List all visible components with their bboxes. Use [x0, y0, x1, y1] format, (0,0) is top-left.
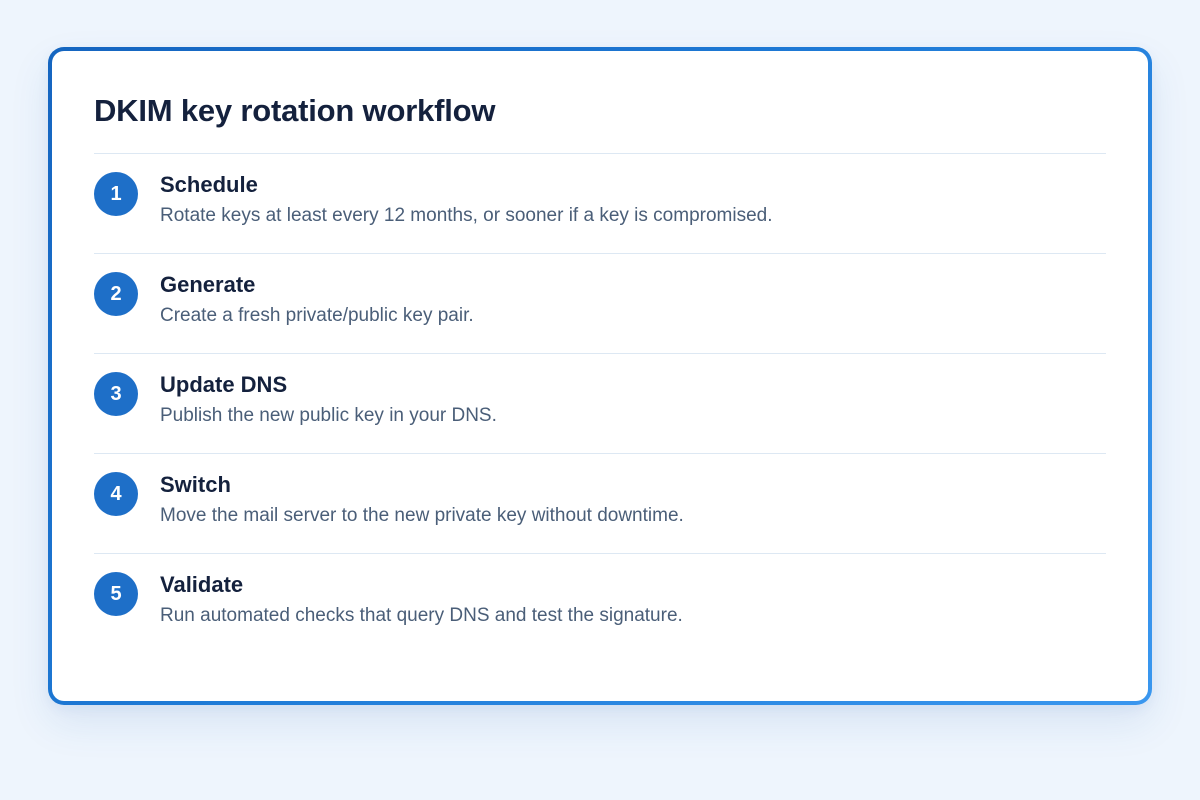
workflow-card: DKIM key rotation workflow 1 Schedule Ro…	[48, 47, 1152, 705]
step-text: Validate Run automated checks that query…	[160, 570, 683, 630]
step-text: Generate Create a fresh private/public k…	[160, 270, 474, 330]
step-number-badge: 1	[94, 172, 138, 216]
step-number-badge: 4	[94, 472, 138, 516]
step-description: Rotate keys at least every 12 months, or…	[160, 205, 773, 226]
step-title: Schedule	[160, 172, 258, 197]
workflow-card-body: DKIM key rotation workflow 1 Schedule Ro…	[52, 51, 1148, 701]
step-text: Update DNS Publish the new public key in…	[160, 370, 497, 430]
step-title: Generate	[160, 272, 256, 297]
card-title: DKIM key rotation workflow	[94, 93, 496, 128]
step-switch: 4 Switch Move the mail server to the new…	[94, 454, 1106, 554]
step-description: Create a fresh private/public key pair.	[160, 305, 474, 326]
step-text: Schedule Rotate keys at least every 12 m…	[160, 170, 773, 230]
step-description: Move the mail server to the new private …	[160, 505, 684, 526]
step-update-dns: 3 Update DNS Publish the new public key …	[94, 354, 1106, 454]
step-list: 1 Schedule Rotate keys at least every 12…	[94, 154, 1106, 654]
step-title: Validate	[160, 572, 244, 597]
step-description: Publish the new public key in your DNS.	[160, 405, 497, 426]
step-number-badge: 2	[94, 272, 138, 316]
step-description: Run automated checks that query DNS and …	[160, 605, 683, 626]
step-validate: 5 Validate Run automated checks that que…	[94, 554, 1106, 654]
step-title: Switch	[160, 472, 231, 497]
step-number-badge: 5	[94, 572, 138, 616]
step-generate: 2 Generate Create a fresh private/public…	[94, 254, 1106, 354]
step-title: Update DNS	[160, 372, 288, 397]
step-number-badge: 3	[94, 372, 138, 416]
step-text: Switch Move the mail server to the new p…	[160, 470, 684, 530]
step-schedule: 1 Schedule Rotate keys at least every 12…	[94, 154, 1106, 254]
